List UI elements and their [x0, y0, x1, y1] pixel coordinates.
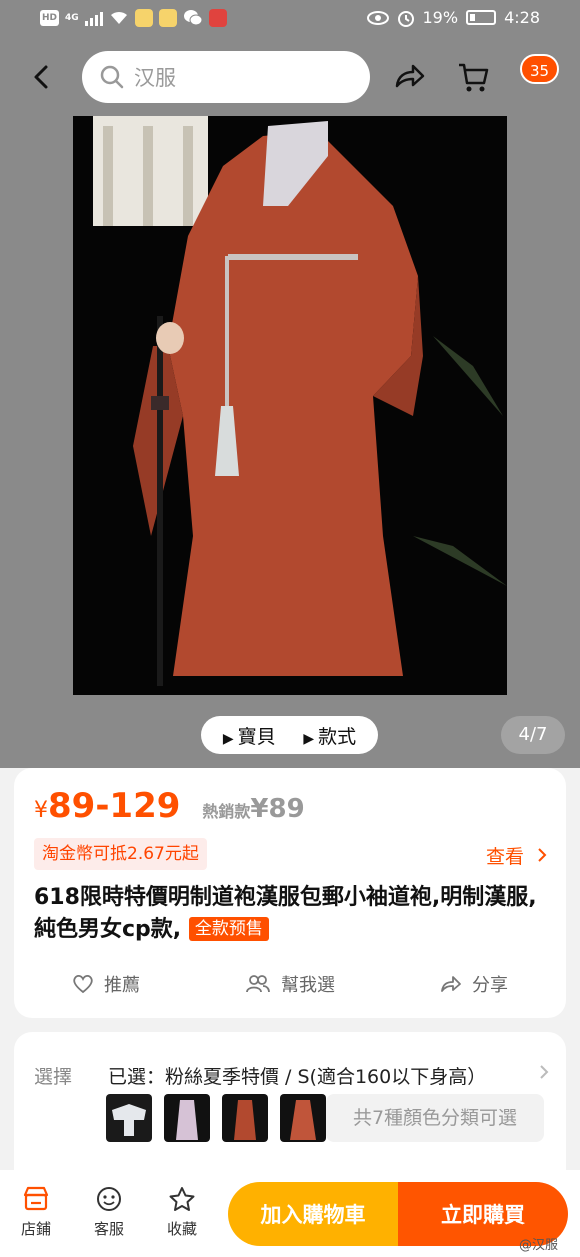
battery-icon: [466, 10, 497, 25]
share-button[interactable]: [392, 60, 426, 94]
chevron-right-icon: [540, 1065, 549, 1079]
top-bar: 汉服 35: [0, 38, 580, 116]
search-bar[interactable]: 汉服: [82, 51, 370, 103]
purchase-buttons: 加入購物車 立即購買: [228, 1182, 568, 1246]
tab-style[interactable]: ▶ 款式: [303, 722, 356, 749]
variant-thumbnails: [106, 1094, 326, 1142]
app-notification-icon: [208, 9, 227, 27]
battery-percent: 19%: [422, 8, 459, 27]
view-more-label: 查看: [485, 846, 524, 868]
favorite-label: 收藏: [166, 1220, 197, 1238]
product-info-card: ¥ 89-129 熱銷款 ¥89 淘金幣可抵2.67元起 查看 618限時特價明…: [14, 768, 566, 1018]
favorite-button[interactable]: 收藏: [158, 1186, 206, 1239]
heart-icon: [73, 974, 93, 994]
shop-icon: [23, 1186, 49, 1211]
add-to-cart-button[interactable]: 加入購物車: [228, 1182, 398, 1246]
alarm-icon: [397, 10, 414, 27]
hd-indicator: HD: [40, 10, 60, 26]
status-left: HD 4G: [40, 9, 227, 27]
variant-thumbnail[interactable]: [164, 1094, 210, 1142]
clock: 4:28: [504, 8, 540, 27]
service-label: 客服: [93, 1220, 124, 1238]
tab-item[interactable]: ▶ 寶貝: [223, 722, 276, 749]
star-icon: [169, 1187, 195, 1211]
app-notification-icon: [158, 9, 177, 27]
tab-style-label: 款式: [318, 725, 357, 748]
signal-icon: [84, 10, 103, 26]
product-illustration: [73, 116, 507, 695]
cart-count-badge: 35: [520, 54, 560, 84]
status-right: 19% 4:28: [366, 8, 540, 27]
view-more-link[interactable]: 查看: [486, 842, 548, 869]
product-title-text: 618限時特價明制道袍漢服包郵小袖道袍,明制漢服,純色男女cp款,: [34, 885, 537, 942]
sku-selection-card[interactable]: 選擇 已選：粉絲夏季特價 / S(適合160以下身高） 共7種顏色分類可選: [14, 1032, 566, 1182]
eye-icon: [366, 10, 389, 25]
search-placeholder: 汉服: [134, 66, 176, 90]
product-title: 618限時特價明制道袍漢服包郵小袖道袍,明制漢服,純色男女cp款, 全款预售: [34, 882, 550, 946]
app-notification-icon: [134, 9, 153, 27]
product-image[interactable]: [73, 116, 507, 695]
back-icon: [34, 65, 48, 89]
customer-service-button[interactable]: 客服: [85, 1186, 133, 1239]
gallery-tab-switch[interactable]: ▶ 寶貝 ▶ 款式: [201, 716, 378, 754]
recommend-label: 推薦: [104, 975, 140, 996]
watermark: @汉服: [518, 1238, 558, 1253]
image-counter: 4/7: [501, 716, 565, 754]
variant-thumbnail[interactable]: [280, 1094, 326, 1142]
action-row: 推薦 幫我選 分享: [14, 964, 566, 1004]
share-label: 分享: [472, 975, 508, 996]
hot-sale-price: ¥89: [250, 794, 305, 824]
help-me-choose-button[interactable]: 幫我選: [198, 964, 382, 1004]
shop-label: 店鋪: [20, 1220, 51, 1238]
status-bar: HD 4G 19% 4:28: [0, 0, 580, 38]
tab-item-label: 寶貝: [237, 725, 276, 748]
hot-sale-label: 熱銷款: [202, 802, 251, 821]
people-icon: [246, 975, 270, 993]
back-button[interactable]: [24, 60, 58, 94]
chevron-right-icon: [538, 848, 547, 862]
presale-badge: 全款预售: [188, 917, 269, 941]
recommend-button[interactable]: 推薦: [14, 964, 198, 1004]
more-colors-button[interactable]: 共7種顏色分類可選: [326, 1094, 544, 1142]
wifi-icon: [110, 11, 127, 24]
variant-thumbnail[interactable]: [222, 1094, 268, 1142]
play-icon: ▶: [303, 730, 315, 747]
network-indicator: 4G: [65, 13, 79, 23]
play-icon: ▶: [222, 730, 234, 747]
cart-button[interactable]: [456, 60, 490, 94]
cart-icon: [459, 63, 489, 92]
share-action-button[interactable]: 分享: [382, 964, 566, 1004]
select-label: 選擇: [34, 1066, 73, 1088]
chat-icon: [97, 1187, 121, 1211]
price-range: 89-129: [48, 786, 181, 826]
selected-sku: 已選：粉絲夏季特價 / S(適合160以下身高）: [108, 1066, 487, 1088]
share-icon: [395, 64, 425, 88]
price-row: ¥ 89-129 熱銷款 ¥89: [34, 786, 305, 826]
wechat-icon: [183, 10, 203, 26]
product-gallery[interactable]: ▶ 寶貝 ▶ 款式 4/7: [0, 116, 580, 768]
shop-button[interactable]: 店鋪: [12, 1186, 60, 1239]
coin-discount-tag[interactable]: 淘金幣可抵2.67元起: [34, 838, 207, 870]
variant-thumbnail[interactable]: [106, 1094, 152, 1142]
share-icon: [441, 976, 461, 992]
search-icon: [100, 65, 124, 89]
help-me-choose-label: 幫我選: [281, 975, 335, 996]
bottom-action-bar: 店鋪 客服 收藏 加入購物車 立即購買 @汉服: [0, 1170, 580, 1257]
price-currency: ¥: [34, 798, 48, 823]
